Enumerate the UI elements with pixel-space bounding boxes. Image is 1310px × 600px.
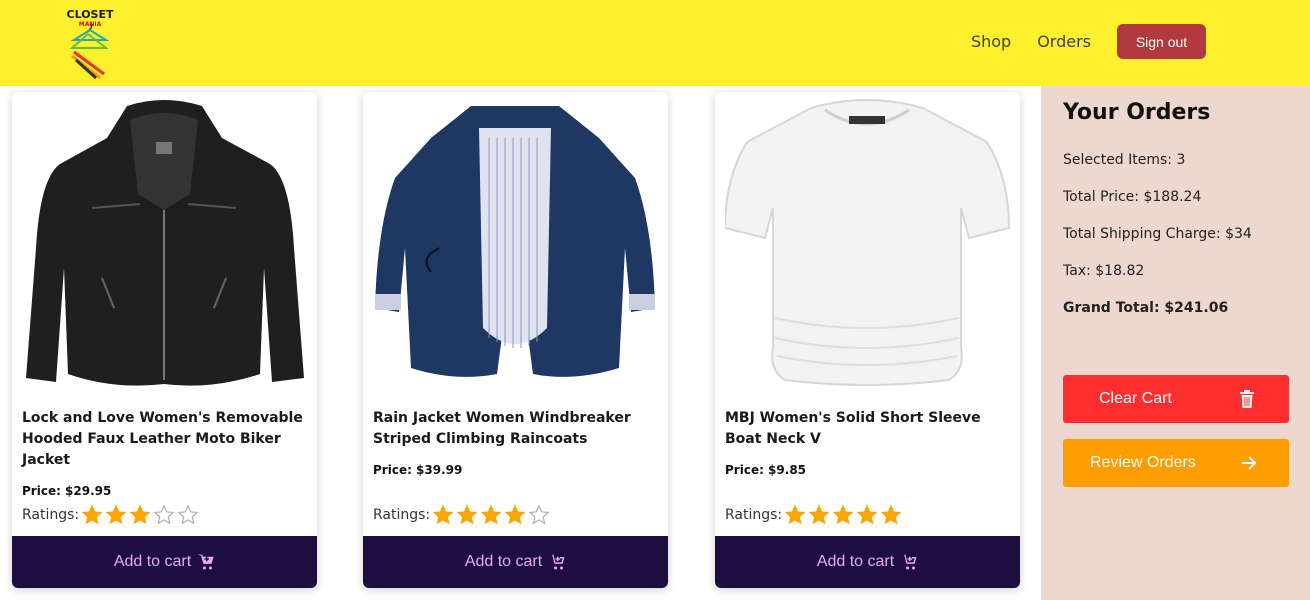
product-card: Rain Jacket Women Windbreaker Striped Cl… bbox=[363, 92, 668, 588]
grand-total: Grand Total: $241.06 bbox=[1063, 300, 1229, 316]
order-summary-panel: Your Orders Selected Items: 3 Total Pric… bbox=[1041, 86, 1310, 600]
logo-subtext: MANIA bbox=[79, 21, 102, 28]
star-filled-icon bbox=[504, 504, 526, 525]
selected-items: Selected Items: 3 bbox=[1063, 152, 1186, 168]
product-price: Price: $9.85 bbox=[725, 463, 807, 477]
review-orders-label: Review Orders bbox=[1090, 454, 1196, 471]
add-to-cart-label: Add to cart bbox=[816, 553, 895, 570]
ratings-label: Ratings: bbox=[725, 507, 783, 523]
product-price: Price: $29.95 bbox=[22, 484, 112, 498]
star-filled-icon bbox=[480, 504, 502, 525]
star-filled-icon bbox=[432, 504, 454, 525]
add-to-cart-label: Add to cart bbox=[464, 553, 543, 570]
trash-icon bbox=[1240, 390, 1254, 408]
star-empty-icon bbox=[528, 504, 550, 525]
product-ratings: Ratings: bbox=[373, 504, 552, 526]
product-ratings: Ratings: bbox=[725, 504, 904, 526]
star-filled-icon bbox=[105, 504, 127, 525]
product-image-leather-jacket bbox=[26, 100, 304, 386]
star-filled-icon bbox=[808, 504, 830, 525]
ratings-label: Ratings: bbox=[373, 507, 431, 523]
star-filled-icon bbox=[81, 504, 103, 525]
add-to-cart-button[interactable]: Add to cart bbox=[363, 536, 668, 588]
star-filled-icon bbox=[456, 504, 478, 525]
total-shipping: Total Shipping Charge: $34 bbox=[1063, 226, 1252, 242]
product-title: Rain Jacket Women Windbreaker Striped Cl… bbox=[373, 410, 631, 447]
product-image-rain-jacket bbox=[375, 106, 655, 377]
add-to-cart-button[interactable]: Add to cart bbox=[715, 536, 1020, 588]
clear-cart-button[interactable]: Clear Cart bbox=[1063, 375, 1289, 423]
product-title: MBJ Women's Solid Short Sleeve Boat Neck… bbox=[725, 410, 981, 447]
star-filled-icon bbox=[856, 504, 878, 525]
main-nav: Shop Orders Sign out bbox=[971, 24, 1206, 59]
product-card: Lock and Love Women's Removable Hooded F… bbox=[12, 92, 317, 588]
cart-plus-icon bbox=[901, 554, 917, 570]
add-to-cart-button[interactable]: Add to cart bbox=[12, 536, 317, 588]
order-summary-title: Your Orders bbox=[1063, 100, 1211, 125]
product-title: Lock and Love Women's Removable Hooded F… bbox=[22, 410, 303, 468]
star-empty-icon bbox=[177, 504, 199, 525]
closet-mania-logo[interactable]: CLOSET MANIA bbox=[60, 4, 120, 82]
nav-orders-link[interactable]: Orders bbox=[1037, 25, 1091, 59]
sign-out-button[interactable]: Sign out bbox=[1117, 24, 1206, 59]
product-ratings: Ratings: bbox=[22, 504, 201, 526]
nav-shop-link[interactable]: Shop bbox=[971, 25, 1011, 59]
arrow-right-icon bbox=[1242, 456, 1257, 470]
product-grid: Lock and Love Women's Removable Hooded F… bbox=[0, 86, 1041, 600]
cart-plus-icon bbox=[197, 554, 214, 570]
clear-cart-label: Clear Cart bbox=[1099, 390, 1172, 407]
product-card: MBJ Women's Solid Short Sleeve Boat Neck… bbox=[715, 92, 1020, 588]
ratings-label: Ratings: bbox=[22, 507, 80, 523]
star-filled-icon bbox=[129, 504, 151, 525]
logo-text: CLOSET bbox=[67, 8, 114, 21]
star-filled-icon bbox=[880, 504, 902, 525]
product-image-white-tshirt bbox=[725, 99, 1010, 386]
star-filled-icon bbox=[832, 504, 854, 525]
product-price: Price: $39.99 bbox=[373, 463, 463, 477]
total-price: Total Price: $188.24 bbox=[1063, 189, 1202, 205]
review-orders-button[interactable]: Review Orders bbox=[1063, 439, 1289, 487]
tax: Tax: $18.82 bbox=[1063, 263, 1145, 279]
star-filled-icon bbox=[784, 504, 806, 525]
cart-plus-icon bbox=[549, 554, 565, 570]
top-navbar: CLOSET MANIA Shop Orders Sign out bbox=[0, 0, 1310, 86]
star-empty-icon bbox=[153, 504, 175, 525]
add-to-cart-label: Add to cart bbox=[113, 553, 192, 570]
